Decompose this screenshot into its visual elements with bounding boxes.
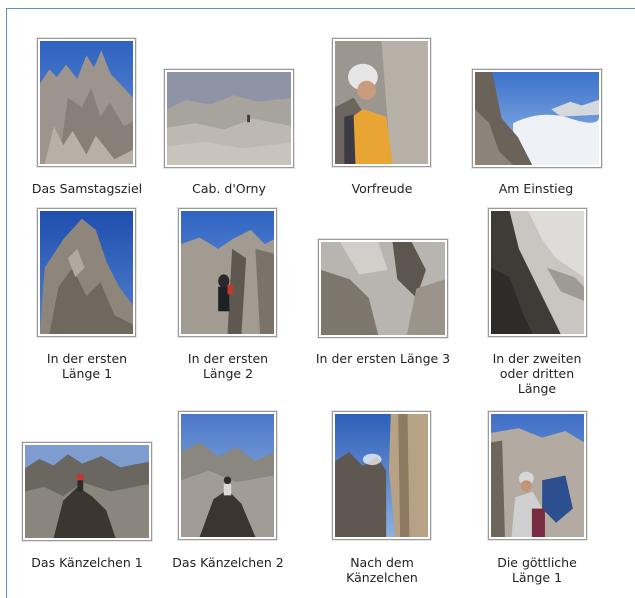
- gallery-thumbnail-5[interactable]: [37, 208, 136, 337]
- photo-die-goettliche-laenge-1: [491, 414, 584, 537]
- gallery-caption-5[interactable]: In der ersten Länge 1: [12, 351, 162, 381]
- gallery-caption-9[interactable]: Das Känzelchen 1: [12, 555, 162, 570]
- gallery-caption-1[interactable]: Das Samstagsziel: [12, 181, 162, 196]
- photo-am-einstieg: [475, 72, 599, 165]
- gallery-thumbnail-8[interactable]: [488, 208, 587, 337]
- gallery-thumbnail-6[interactable]: [178, 208, 277, 337]
- photo-in-der-ersten-laenge-2: [181, 211, 274, 334]
- gallery-thumbnail-12[interactable]: [488, 411, 587, 540]
- gallery-caption-8[interactable]: In der zweiten oder dritten Länge: [462, 351, 612, 396]
- gallery-thumbnail-1[interactable]: [37, 38, 136, 167]
- gallery-caption-10[interactable]: Das Känzelchen 2: [153, 555, 303, 570]
- photo-nach-dem-kaenzelchen: [335, 414, 428, 537]
- photo-in-der-ersten-laenge-1: [40, 211, 133, 334]
- gallery-caption-12[interactable]: Die göttliche Länge 1: [462, 555, 612, 585]
- photo-das-kaenzelchen-1: [25, 445, 149, 538]
- gallery-caption-4[interactable]: Am Einstieg: [461, 181, 611, 196]
- photo-vorfreude: [335, 41, 428, 164]
- gallery-thumbnail-11[interactable]: [332, 411, 431, 540]
- gallery-thumbnail-3[interactable]: [332, 38, 431, 167]
- gallery-caption-3[interactable]: Vorfreude: [307, 181, 457, 196]
- gallery-thumbnail-2[interactable]: [164, 69, 294, 168]
- photo-das-samstagsziel: [40, 41, 133, 164]
- gallery-thumbnail-10[interactable]: [178, 411, 277, 540]
- gallery-caption-11[interactable]: Nach dem Känzelchen: [307, 555, 457, 585]
- photo-das-kaenzelchen-2: [181, 414, 274, 537]
- gallery-caption-6[interactable]: In der ersten Länge 2: [153, 351, 303, 381]
- photo-cab-dorny: [167, 72, 291, 165]
- photo-in-der-ersten-laenge-3: [321, 242, 445, 335]
- gallery-thumbnail-7[interactable]: [318, 239, 448, 338]
- gallery-thumbnail-4[interactable]: [472, 69, 602, 168]
- gallery-caption-7[interactable]: In der ersten Länge 3: [299, 351, 467, 366]
- gallery-caption-2[interactable]: Cab. d'Orny: [154, 181, 304, 196]
- photo-in-der-zweiten-oder-dritten-laenge: [491, 211, 584, 334]
- gallery-thumbnail-9[interactable]: [22, 442, 152, 541]
